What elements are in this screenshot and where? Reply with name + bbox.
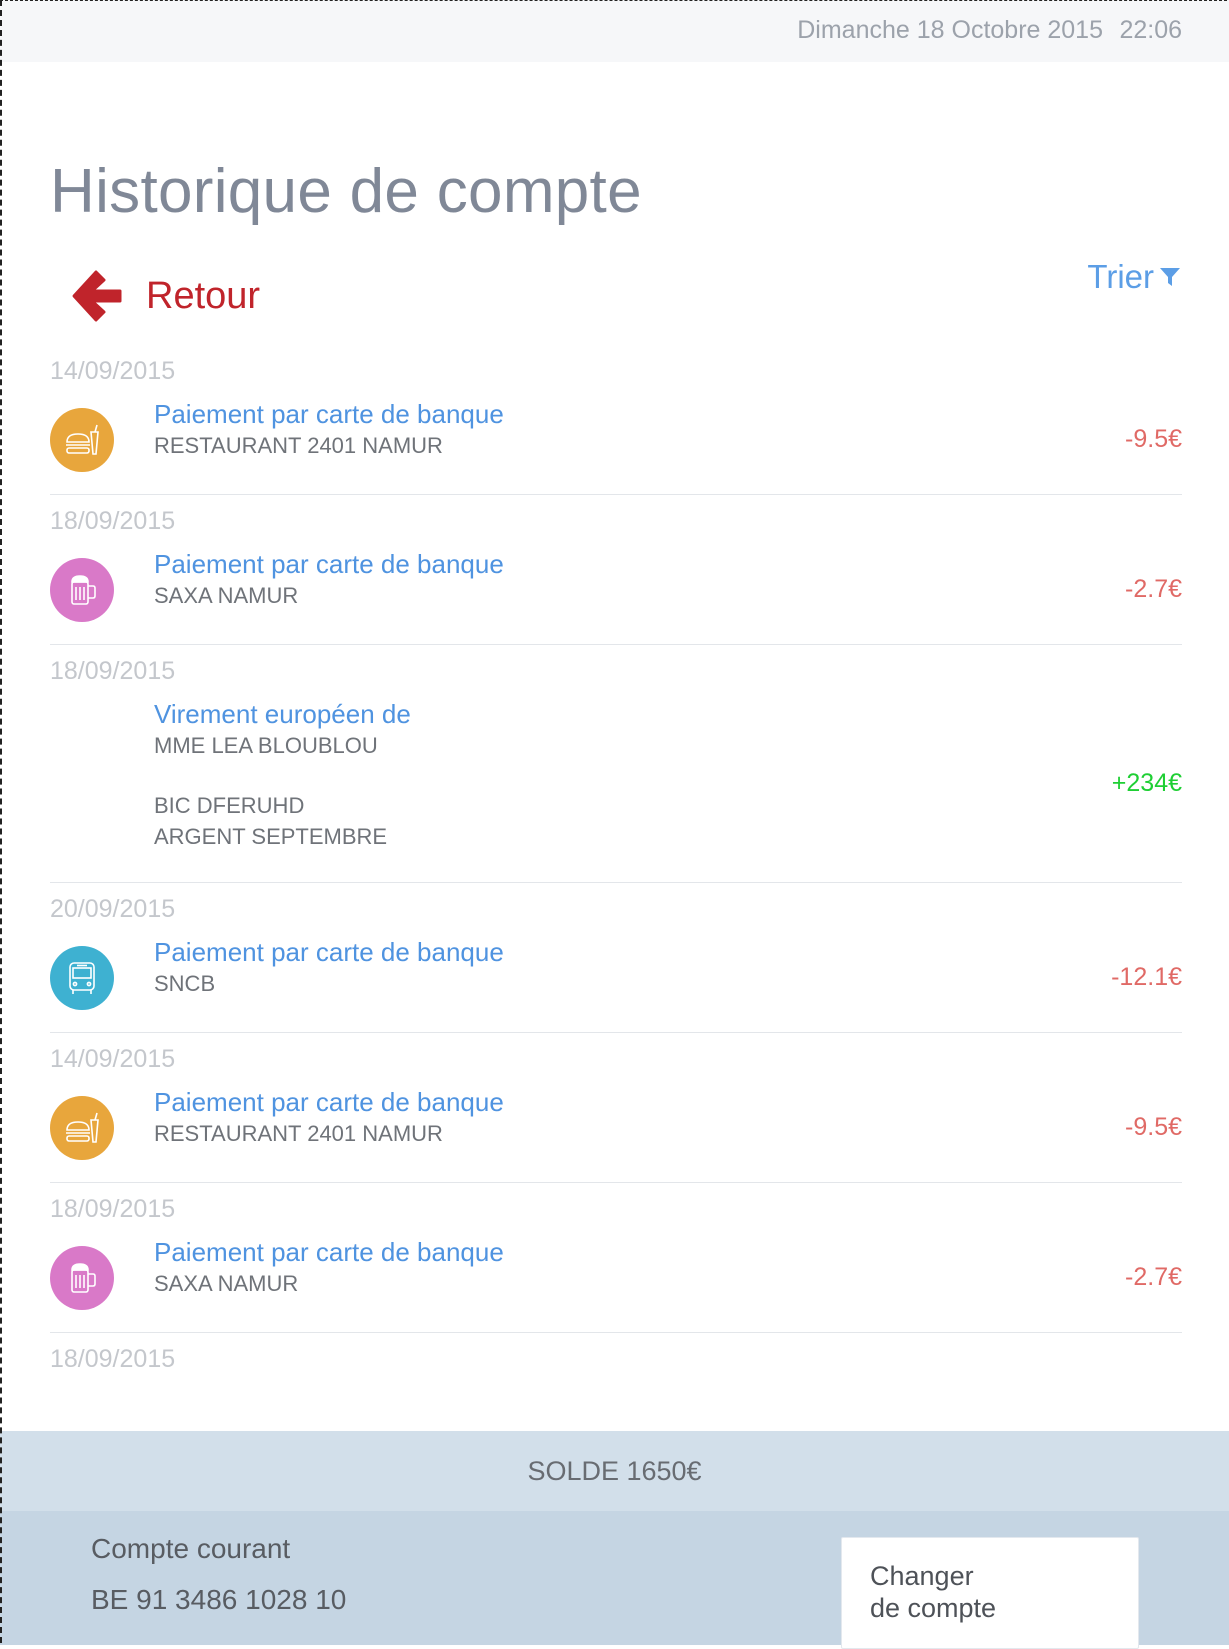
transaction-text: Paiement par carte de banque SAXA NAMUR xyxy=(154,548,504,611)
balance-bar: SOLDE 1650€ xyxy=(0,1431,1229,1511)
page-title: Historique de compte xyxy=(50,157,642,226)
restaurant-icon xyxy=(50,408,114,472)
transaction-title: Paiement par carte de banque xyxy=(154,549,504,579)
transaction-item[interactable]: 18/09/2015 xyxy=(50,1333,1182,1378)
transaction-row[interactable]: Paiement par carte de banque RESTAURANT 2… xyxy=(50,390,1182,495)
transaction-date: 18/09/2015 xyxy=(50,657,176,685)
transaction-text: Paiement par carte de banque RESTAURANT 2… xyxy=(154,398,504,461)
transaction-detail: ARGENT SEPTEMBRE xyxy=(154,824,388,849)
transaction-text: Paiement par carte de banque RESTAURANT 2… xyxy=(154,1086,504,1149)
transaction-row[interactable]: Paiement par carte de banque SNCB -12.1€ xyxy=(50,928,1182,1033)
transaction-amount: -2.7€ xyxy=(1125,575,1182,603)
transaction-date: 18/09/2015 xyxy=(50,1345,176,1373)
transaction-item[interactable]: 14/09/2015 Paiement par carte de banque RE… xyxy=(50,1033,1182,1183)
transaction-text: Virement européen de MME LEA BLOUBLOU BIC … xyxy=(154,698,411,852)
switch-account-line2: de compte xyxy=(870,1593,997,1623)
transaction-detail: SAXA NAMUR xyxy=(154,1271,299,1296)
transaction-date: 18/09/2015 xyxy=(50,507,176,535)
transaction-item[interactable]: 18/09/2015 Paiement par carte de banque SA… xyxy=(50,1183,1182,1333)
transaction-title: Paiement par carte de banque xyxy=(154,399,504,429)
transaction-text: Paiement par carte de banque SNCB xyxy=(154,936,504,999)
transaction-item[interactable]: 20/09/2015 Paiement par carte de banque SN… xyxy=(50,883,1182,1033)
arrow-left-icon xyxy=(72,270,122,322)
transaction-date: 14/09/2015 xyxy=(50,1045,176,1073)
transaction-title: Paiement par carte de banque xyxy=(154,1237,504,1267)
transaction-amount: -9.5€ xyxy=(1125,425,1182,453)
transaction-detail: MME LEA BLOUBLOU xyxy=(154,733,378,758)
transaction-date: 18/09/2015 xyxy=(50,1195,176,1223)
restaurant-icon xyxy=(50,1096,114,1160)
back-label: Retour xyxy=(146,274,261,317)
filter-icon xyxy=(1160,268,1180,286)
transaction-row[interactable]: Paiement par carte de banque SAXA NAMUR -2… xyxy=(50,1228,1182,1333)
transaction-item[interactable]: 18/09/2015 Virement européen de MME LEA BL… xyxy=(50,645,1182,883)
transaction-detail: BIC DFERUHD xyxy=(154,793,305,818)
transaction-item[interactable]: 18/09/2015 Paiement par carte de banque SA… xyxy=(50,495,1182,645)
beer-icon xyxy=(50,558,114,622)
transaction-amount: -12.1€ xyxy=(1111,963,1182,991)
transaction-detail xyxy=(154,761,411,790)
transaction-detail: RESTAURANT 2401 NAMUR xyxy=(154,1121,443,1146)
sort-label: Trier xyxy=(1087,258,1154,295)
transaction-item[interactable]: 14/09/2015 Paiement par carte de banque RE… xyxy=(50,345,1182,495)
beer-icon xyxy=(50,1246,114,1310)
sort-button[interactable]: Trier xyxy=(1087,258,1182,296)
transaction-detail: RESTAURANT 2401 NAMUR xyxy=(154,433,443,458)
back-button[interactable]: Retour xyxy=(70,268,260,324)
transaction-amount: +234€ xyxy=(1111,769,1182,797)
switch-account-button[interactable]: Changer de compte xyxy=(841,1537,1139,1649)
switch-account-line1: Changer xyxy=(870,1561,974,1591)
transaction-title: Virement européen de xyxy=(154,699,411,729)
balance-label: SOLDE 1650€ xyxy=(527,1455,702,1486)
transaction-date: 20/09/2015 xyxy=(50,895,176,923)
transaction-detail: SNCB xyxy=(154,971,216,996)
transaction-row[interactable]: Virement européen de MME LEA BLOUBLOU BIC … xyxy=(50,690,1182,883)
transaction-title: Paiement par carte de banque xyxy=(154,937,504,967)
status-time: 22:06 xyxy=(1119,16,1182,44)
transaction-row[interactable]: Paiement par carte de banque RESTAURANT 2… xyxy=(50,1078,1182,1183)
transaction-date: 14/09/2015 xyxy=(50,357,176,385)
status-bar: Dimanche 18 Octobre 2015 22:06 xyxy=(0,0,1229,62)
account-iban: BE 91 3486 1028 10 xyxy=(91,1584,347,1615)
transaction-row[interactable]: Paiement par carte de banque SAXA NAMUR -2… xyxy=(50,540,1182,645)
bus-icon xyxy=(50,946,114,1010)
account-footer: Compte courant BE 91 3486 1028 10 Change… xyxy=(0,1511,1229,1649)
transaction-title: Paiement par carte de banque xyxy=(154,1087,504,1117)
transaction-list: 14/09/2015 Paiement par carte de banque RE… xyxy=(50,345,1182,1378)
status-date: Dimanche 18 Octobre 2015 xyxy=(797,16,1103,44)
transaction-amount: -2.7€ xyxy=(1125,1263,1182,1291)
transaction-detail: SAXA NAMUR xyxy=(154,583,299,608)
account-name: Compte courant xyxy=(91,1533,291,1564)
transaction-text: Paiement par carte de banque SAXA NAMUR xyxy=(154,1236,504,1299)
transaction-amount: -9.5€ xyxy=(1125,1113,1182,1141)
